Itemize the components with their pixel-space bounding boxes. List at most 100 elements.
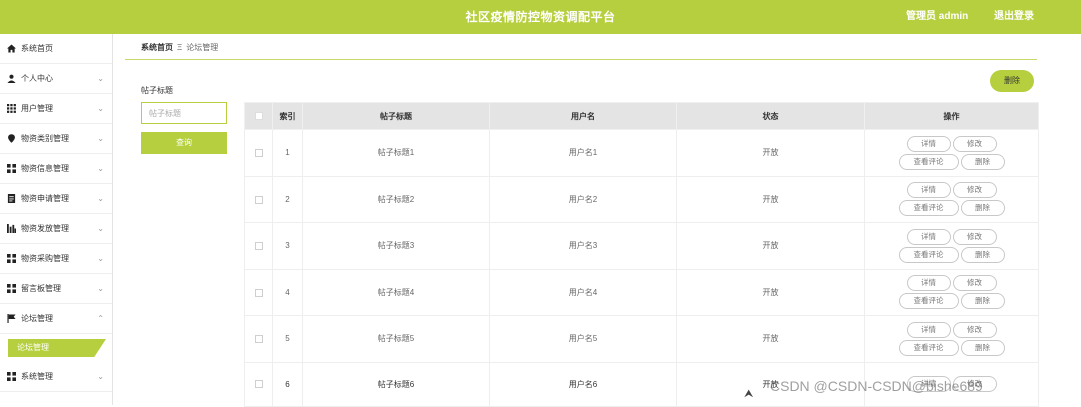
edit-button[interactable]: 修改	[952, 275, 997, 292]
detail-button[interactable]: 详情	[906, 275, 951, 292]
row-select-cell[interactable]	[244, 268, 273, 316]
cell-username: 用户名1	[489, 129, 677, 177]
chevron-down-icon: ⌄	[97, 104, 104, 113]
delete-button[interactable]: 删除	[960, 293, 1005, 310]
sidebar-item-material-purchase[interactable]: 物资采购管理 ⌄	[0, 244, 112, 274]
detail-button[interactable]: 详情	[906, 321, 951, 338]
user-icon	[7, 74, 16, 83]
column-header-username: 用户名	[489, 102, 677, 130]
breadcrumb-current: 论坛管理	[186, 43, 219, 52]
chevron-up-icon: ⌃	[97, 314, 104, 323]
table-row: 2 帖子标题2 用户名2 开放 详情 修改查看评论 删除	[244, 175, 1039, 223]
chevron-down-icon: ⌄	[97, 164, 104, 173]
row-checkbox[interactable]	[254, 335, 263, 344]
edit-button[interactable]: 修改	[952, 228, 997, 245]
apps-icon	[7, 284, 16, 293]
delete-button[interactable]: 删除	[960, 153, 1005, 170]
row-select-cell[interactable]	[244, 129, 273, 177]
sidebar-subitem-label: 论坛管理	[17, 343, 49, 352]
sidebar-item-label: 论坛管理	[21, 314, 53, 323]
column-header-title: 帖子标题	[302, 102, 490, 130]
row-select-cell[interactable]	[244, 175, 273, 223]
row-checkbox[interactable]	[254, 149, 263, 158]
grid-icon	[7, 104, 16, 113]
query-button[interactable]: 查询	[141, 132, 227, 154]
row-checkbox[interactable]	[254, 242, 263, 251]
breadcrumb-divider	[125, 59, 1037, 60]
location-icon	[7, 134, 16, 143]
sidebar-subitem-forum-manage[interactable]: 论坛管理	[0, 339, 112, 357]
breadcrumb: 系统首页 Ξ 论坛管理	[141, 38, 218, 58]
breadcrumb-home[interactable]: 系统首页	[141, 43, 173, 52]
cell-status: 开放	[676, 129, 865, 177]
cell-username: 用户名4	[489, 268, 677, 316]
cell-actions: 详情 修改查看评论 删除	[864, 175, 1039, 223]
cell-username: 用户名2	[489, 175, 677, 223]
row-select-cell[interactable]	[244, 315, 273, 363]
breadcrumb-separator: Ξ	[177, 43, 183, 52]
view-comments-button[interactable]: 查看评论	[898, 246, 959, 263]
cell-title: 帖子标题3	[302, 222, 490, 270]
forum-table: 索引 帖子标题 用户名 状态 操作 1 帖子标题1 用户名1 开放 详情 修改查看…	[244, 102, 1039, 407]
bulk-delete-button[interactable]: 删除	[990, 70, 1034, 92]
sidebar-item-users[interactable]: 用户管理 ⌄	[0, 94, 112, 124]
edit-button[interactable]: 修改	[952, 321, 997, 338]
edit-button[interactable]: 修改	[952, 182, 997, 199]
cell-status: 开放	[676, 315, 865, 363]
sidebar-item-message-board[interactable]: 留言板管理 ⌄	[0, 274, 112, 304]
cell-index: 2	[272, 175, 303, 223]
select-all-cell[interactable]	[244, 102, 273, 130]
detail-button[interactable]: 详情	[906, 135, 951, 152]
cell-index: 1	[272, 129, 303, 177]
cell-title: 帖子标题2	[302, 175, 490, 223]
detail-button[interactable]: 详情	[906, 182, 951, 199]
row-select-cell[interactable]	[244, 361, 273, 407]
select-all-checkbox[interactable]	[254, 112, 263, 121]
sidebar-item-system[interactable]: 系统管理 ⌄	[0, 362, 112, 392]
apps-icon	[7, 164, 16, 173]
admin-user-label: 管理员 admin	[906, 11, 969, 22]
title-search-input[interactable]	[141, 102, 227, 124]
sidebar-item-label: 系统管理	[21, 372, 53, 381]
sidebar-item-label: 物资信息管理	[21, 164, 69, 173]
table-row: 5 帖子标题5 用户名5 开放 详情 修改查看评论 删除	[244, 315, 1039, 363]
view-comments-button[interactable]: 查看评论	[898, 200, 959, 217]
cell-index: 6	[272, 361, 303, 407]
document-icon	[7, 194, 16, 203]
view-comments-button[interactable]: 查看评论	[898, 339, 959, 356]
sidebar-item-material-distribute[interactable]: 物资发放管理 ⌄	[0, 214, 112, 244]
chevron-down-icon: ⌄	[97, 194, 104, 203]
sidebar-item-label: 留言板管理	[21, 284, 61, 293]
detail-button[interactable]: 详情	[906, 228, 951, 245]
cell-actions: 详情 修改查看评论 删除	[864, 129, 1039, 177]
chevron-down-icon: ⌄	[97, 284, 104, 293]
cell-status: 开放	[676, 222, 865, 270]
sidebar-item-material-info[interactable]: 物资信息管理 ⌄	[0, 154, 112, 184]
view-comments-button[interactable]: 查看评论	[898, 153, 959, 170]
column-header-index: 索引	[272, 102, 303, 130]
row-checkbox[interactable]	[254, 380, 263, 389]
home-icon	[7, 44, 16, 53]
cell-title: 帖子标题4	[302, 268, 490, 316]
edit-button[interactable]: 修改	[952, 135, 997, 152]
bar-chart-icon	[7, 224, 16, 233]
delete-button[interactable]: 删除	[960, 200, 1005, 217]
cell-index: 3	[272, 222, 303, 270]
delete-button[interactable]: 删除	[960, 339, 1005, 356]
view-comments-button[interactable]: 查看评论	[898, 293, 959, 310]
sidebar-item-forum[interactable]: 论坛管理 ⌃	[0, 304, 112, 334]
sidebar-item-profile[interactable]: 个人中心 ⌄	[0, 64, 112, 94]
row-select-cell[interactable]	[244, 222, 273, 270]
column-header-actions: 操作	[864, 102, 1039, 130]
delete-button[interactable]: 删除	[960, 246, 1005, 263]
chevron-down-icon: ⌄	[97, 134, 104, 143]
sidebar-item-label: 物资类别管理	[21, 134, 69, 143]
logout-button[interactable]: 退出登录	[994, 0, 1034, 34]
row-checkbox[interactable]	[254, 288, 263, 297]
mouse-cursor-icon: ⮝	[744, 388, 754, 400]
sidebar-item-material-category[interactable]: 物资类别管理 ⌄	[0, 124, 112, 154]
sidebar-item-material-apply[interactable]: 物资申请管理 ⌄	[0, 184, 112, 214]
sidebar-item-home[interactable]: 系统首页	[0, 34, 112, 64]
apps-icon	[7, 372, 16, 381]
row-checkbox[interactable]	[254, 195, 263, 204]
